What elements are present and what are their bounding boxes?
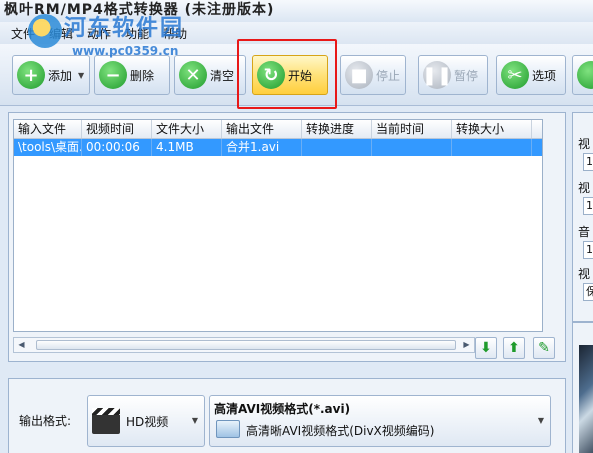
minus-icon: − <box>99 61 127 89</box>
output-format-value: HD视频 <box>126 414 169 429</box>
stop-button[interactable]: ■ 停止 <box>340 55 406 95</box>
move-up-button[interactable]: ⬆ <box>503 337 525 359</box>
clear-button[interactable]: ✕ 清空 <box>174 55 246 95</box>
arrow-down-icon: ⬇ <box>480 340 492 356</box>
edit-icon: ✎ <box>538 340 550 356</box>
toolbar: + 添加 ▼ − 删除 ✕ 清空 ↻ 开始 ■ 停止 ❚❚ 暂停 ✂ 选项 <box>0 44 593 106</box>
menu-function[interactable]: 功能 <box>118 25 156 42</box>
cell-converted-size <box>452 139 532 156</box>
pause-button[interactable]: ❚❚ 暂停 <box>418 55 488 95</box>
chevron-down-icon: ▼ <box>537 416 544 425</box>
horizontal-scrollbar[interactable]: ◀ ▶ <box>13 337 475 353</box>
output-format-label: 输出格式: <box>19 414 72 428</box>
cell-video-time: 00:00:06 <box>82 139 152 156</box>
preview-image <box>579 345 593 453</box>
delete-label: 删除 <box>130 68 155 83</box>
add-label: 添加 <box>48 68 73 83</box>
menu-bar: 文件 编辑 动作 功能 帮助 <box>0 22 593 44</box>
cell-progress <box>302 139 372 156</box>
output-format-select[interactable]: HD视频 ▼ <box>87 395 205 447</box>
settings-field[interactable]: 12 <box>583 241 593 259</box>
cell-output-file: 合并1.avi <box>222 139 302 156</box>
preview-panel <box>572 322 593 453</box>
refresh-icon: ↻ <box>257 61 285 89</box>
pause-icon: ❚❚ <box>422 61 452 89</box>
edit-button[interactable]: ✎ <box>533 337 555 359</box>
settings-label: 音 <box>578 225 591 239</box>
arrow-up-icon: ⬆ <box>508 340 520 356</box>
toolbar-overflow-button[interactable] <box>572 55 593 95</box>
cell-input-file: \tools\桌面... <box>14 139 82 156</box>
column-header[interactable]: 文件大小 <box>152 120 222 138</box>
pause-label: 暂停 <box>454 68 479 83</box>
add-button[interactable]: + 添加 ▼ <box>12 55 90 95</box>
folder-icon <box>216 420 240 438</box>
menu-file[interactable]: 文件 <box>4 25 42 42</box>
window-title: 枫叶RM/MP4格式转换器 (未注册版本) <box>0 0 593 22</box>
start-label: 开始 <box>288 68 313 83</box>
more-icon <box>577 61 593 89</box>
chevron-down-icon: ▼ <box>191 416 198 425</box>
scroll-left-icon[interactable]: ◀ <box>15 339 28 351</box>
chevron-down-icon[interactable]: ▼ <box>78 71 84 80</box>
delete-button[interactable]: − 删除 <box>94 55 170 95</box>
column-header[interactable]: 输入文件 <box>14 120 82 138</box>
table-header: 输入文件 视频时间 文件大小 输出文件 转换进度 当前时间 转换大小 <box>14 120 542 139</box>
profile-title: 高清AVI视频格式(*.avi) <box>214 402 351 416</box>
options-button[interactable]: ✂ 选项 <box>496 55 566 95</box>
stop-icon: ■ <box>345 61 373 89</box>
start-button[interactable]: ↻ 开始 <box>252 55 328 95</box>
settings-field[interactable]: 16 <box>583 197 593 215</box>
menu-help[interactable]: 帮助 <box>156 25 194 42</box>
column-header[interactable]: 当前时间 <box>372 120 452 138</box>
settings-field[interactable]: 保 <box>583 283 593 301</box>
tools-icon: ✂ <box>501 61 529 89</box>
menu-action[interactable]: 动作 <box>80 25 118 42</box>
cell-file-size: 4.1MB <box>152 139 222 156</box>
settings-field[interactable]: 12 <box>583 153 593 171</box>
column-header[interactable]: 转换进度 <box>302 120 372 138</box>
clapperboard-icon <box>92 408 120 434</box>
scrollbar-thumb[interactable] <box>36 340 456 350</box>
file-list-panel: 输入文件 视频时间 文件大小 输出文件 转换进度 当前时间 转换大小 \tool… <box>8 112 566 362</box>
settings-panel: 视 12 视 16 音 12 视 保 <box>572 112 593 322</box>
profile-description: 高清晰AVI视频格式(DivX视频编码) <box>246 424 435 438</box>
cell-current-time <box>372 139 452 156</box>
settings-label: 视 <box>578 267 591 281</box>
table-row[interactable]: \tools\桌面... 00:00:06 4.1MB 合并1.avi <box>14 139 542 156</box>
clear-x-icon: ✕ <box>179 61 207 89</box>
clear-label: 清空 <box>210 68 235 83</box>
settings-label: 视 <box>578 137 591 151</box>
output-panel: 输出格式: HD视频 ▼ 高清AVI视频格式(*.avi) 高清晰AVI视频格式… <box>8 378 566 453</box>
scroll-right-icon[interactable]: ▶ <box>460 339 473 351</box>
plus-icon: + <box>17 61 45 89</box>
column-header[interactable]: 输出文件 <box>222 120 302 138</box>
menu-edit[interactable]: 编辑 <box>42 25 80 42</box>
options-label: 选项 <box>532 68 557 83</box>
column-header[interactable]: 转换大小 <box>452 120 532 138</box>
column-header[interactable]: 视频时间 <box>82 120 152 138</box>
settings-label: 视 <box>578 181 591 195</box>
output-profile-select[interactable]: 高清AVI视频格式(*.avi) 高清晰AVI视频格式(DivX视频编码) ▼ <box>209 395 551 447</box>
move-down-button[interactable]: ⬇ <box>475 337 497 359</box>
stop-label: 停止 <box>376 68 401 83</box>
file-list: 输入文件 视频时间 文件大小 输出文件 转换进度 当前时间 转换大小 \tool… <box>13 119 543 332</box>
